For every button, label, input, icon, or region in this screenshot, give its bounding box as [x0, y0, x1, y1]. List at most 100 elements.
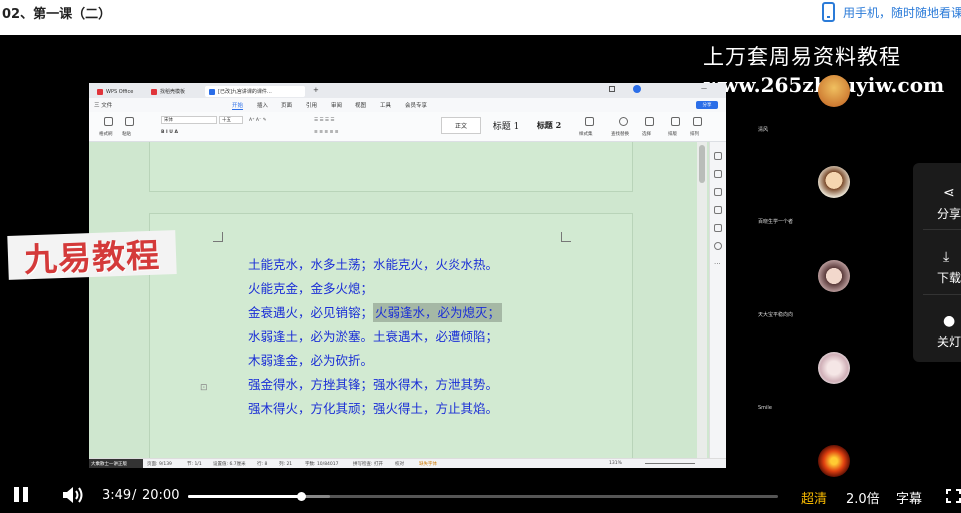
player-controls: 3:49 / 20:00 超清 2.0倍 字幕 — [0, 478, 961, 513]
video-player[interactable]: 上万套周易资料教程 www.265zhouyiw.com WPS Office … — [0, 35, 961, 513]
side-action-panel: ⋖ 分享 ⤓ 下载 ● 关灯 — [913, 163, 961, 362]
wps-side-tools: ··· — [709, 142, 726, 458]
page-title: 02、第一课（二） — [2, 7, 112, 22]
arrange-icon — [693, 117, 702, 126]
paste-icon — [125, 117, 134, 126]
menu-view: 视图 — [355, 103, 367, 109]
document-line: 土能克水，水多土荡；水能克火，火炎水热。 — [248, 253, 502, 277]
find-icon — [619, 117, 628, 126]
toolbar-label: 粘贴 — [122, 132, 131, 137]
subtitle-button[interactable]: 字幕 — [896, 488, 922, 507]
quality-button[interactable]: 超清 — [801, 488, 827, 507]
toolbar-label: 排版 — [668, 132, 677, 137]
status-spellcheck: 拼写检查: 打开 — [353, 462, 383, 467]
mobile-watch-link[interactable]: 用手机，随时随地看课 — [822, 2, 961, 22]
wps-tab-label: WPS Office — [106, 88, 134, 95]
participant-name: 天大宝平稳向向 — [758, 312, 794, 318]
scrollbar-thumb — [699, 145, 705, 183]
brand-overlay: 九易教程 — [7, 230, 177, 280]
document-line: 强金得水，方挫其锋；强水得木，方泄其势。 — [248, 373, 502, 397]
menu-review: 审阅 — [331, 103, 343, 109]
download-action[interactable]: ⤓ 下载 — [913, 235, 961, 291]
status-position: 设置值: 6.7厘米 — [213, 462, 246, 467]
style-heading-2: 标题 2 — [536, 120, 562, 130]
paragraph-tools-icon: ☰ ☰ ☰ ☰ — [314, 118, 335, 123]
participant-name: 清风 — [758, 127, 769, 133]
toolbar-label: 格式刷 — [99, 132, 113, 137]
wps-tab-label: [已改]九宫讲课的课件… — [218, 89, 272, 95]
zoom-slider — [645, 463, 695, 464]
align-tools-icon: ≡ ≡ ≡ ≡ ≡ — [314, 130, 339, 135]
status-zoom: 131% — [609, 461, 622, 466]
status-proofread: 校对 — [395, 462, 404, 467]
select-tool-icon — [714, 170, 722, 178]
menu-file: 三 文件 — [94, 103, 113, 109]
line-text: 木弱逢金，必为砍折。 — [248, 353, 374, 368]
pause-icon — [14, 487, 19, 502]
paragraph-mark-icon: ⊡ — [200, 383, 208, 393]
document-canvas: ⊡ 土能克水，水多土荡；水能克火，火炎水热。 火能克金，金多火熄； 金衰遇火，必… — [89, 142, 709, 458]
wps-tab-template: 找稻壳模板 — [147, 86, 189, 97]
minimize-icon: — — [701, 85, 707, 92]
watermark-title: 上万套周易资料教程 — [703, 45, 901, 69]
menu-home: 开始 — [232, 103, 244, 110]
participant-avatar — [818, 166, 850, 198]
progress-thumb[interactable] — [296, 492, 306, 501]
font-tools-icon: A⁺ A⁻ ✎ — [249, 118, 267, 123]
select-icon — [645, 117, 654, 126]
menu-insert: 插入 — [257, 103, 269, 109]
fullscreen-icon[interactable] — [946, 489, 961, 503]
layout-icon — [671, 117, 680, 126]
wps-tab-label: 找稻壳模板 — [160, 89, 186, 95]
document-line: 火能克金，金多火熄； — [248, 277, 502, 301]
line-text: 金衰遇火，必见销镕； — [248, 305, 374, 320]
line-text: 强金得水，方挫其锋；强水得木，方泄其势。 — [248, 377, 499, 392]
margin-corner-marker — [213, 232, 223, 242]
download-icon: ⤓ — [943, 249, 950, 265]
style-normal: 正文 — [441, 117, 481, 134]
selected-text: 火弱逢水，必为熄灭； — [373, 303, 503, 322]
wps-window: WPS Office 找稻壳模板 [已改]九宫讲课的课件… + — 三 文件 开… — [89, 83, 726, 468]
wps-status-bar: 大乘散士一讲正版 页面: 9/139 节: 1/1 设置值: 6.7厘米 行: … — [89, 458, 726, 468]
format-painter-icon — [104, 117, 113, 126]
wps-tab-document: [已改]九宫讲课的课件… — [205, 86, 305, 97]
volume-icon[interactable] — [62, 486, 84, 504]
duration: 20:00 — [142, 488, 180, 503]
document-icon — [209, 88, 215, 95]
participant-avatar — [818, 352, 850, 384]
line-text: 水弱逢土，必为淤塞。土衰遇木，必遭倾陷； — [248, 329, 499, 344]
brand-text: 九易教程 — [23, 235, 161, 280]
user-avatar-icon — [633, 85, 641, 93]
previous-page — [149, 142, 633, 192]
wps-logo-icon — [97, 88, 103, 95]
menu-reference: 引用 — [306, 103, 318, 109]
new-tab-icon: + — [313, 86, 319, 94]
pause-button[interactable] — [14, 487, 32, 503]
speed-button[interactable]: 2.0倍 — [846, 488, 880, 507]
status-section: 节: 1/1 — [187, 462, 202, 467]
menu-page: 页面 — [281, 103, 293, 109]
document-scrollbar — [697, 142, 707, 458]
lights-off-action[interactable]: ● 关灯 — [913, 299, 961, 355]
wps-toolbar: 格式刷 粘贴 宋体 十五 B I U A A⁺ A⁻ ✎ ☰ ☰ ☰ ☰ ≡ ≡… — [89, 112, 726, 142]
more-icon: ··· — [714, 260, 721, 268]
time-separator: / — [132, 488, 137, 503]
document-line: 强木得火，方化其顽；强火得土，方止其焰。 — [248, 397, 502, 421]
light-bulb-icon: ● — [943, 313, 956, 329]
page-header: 02、第一课（二） 用手机，随时随地看课 — [0, 0, 961, 35]
window-icon — [609, 86, 615, 92]
wps-menu-bar: 三 文件 开始 插入 页面 引用 审阅 视图 工具 会员专享 分享 — [89, 98, 726, 112]
share-action[interactable]: ⋖ 分享 — [913, 171, 961, 227]
participant-name: 百晓生学一个者 — [758, 219, 794, 225]
help-icon — [714, 242, 722, 250]
toolbar-label: 样式集 — [579, 132, 593, 137]
toolbar-label: 选择 — [642, 132, 651, 137]
document-line: 金衰遇火，必见销镕； 火弱逢水，必为熄灭； — [248, 301, 503, 325]
participant-avatar — [818, 75, 850, 107]
shape-icon — [714, 188, 722, 196]
style-set-icon — [585, 117, 594, 126]
image-icon — [714, 206, 722, 214]
margin-corner-marker — [561, 232, 571, 242]
progress-bar[interactable] — [188, 492, 778, 501]
share-icon: ⋖ — [943, 185, 955, 201]
